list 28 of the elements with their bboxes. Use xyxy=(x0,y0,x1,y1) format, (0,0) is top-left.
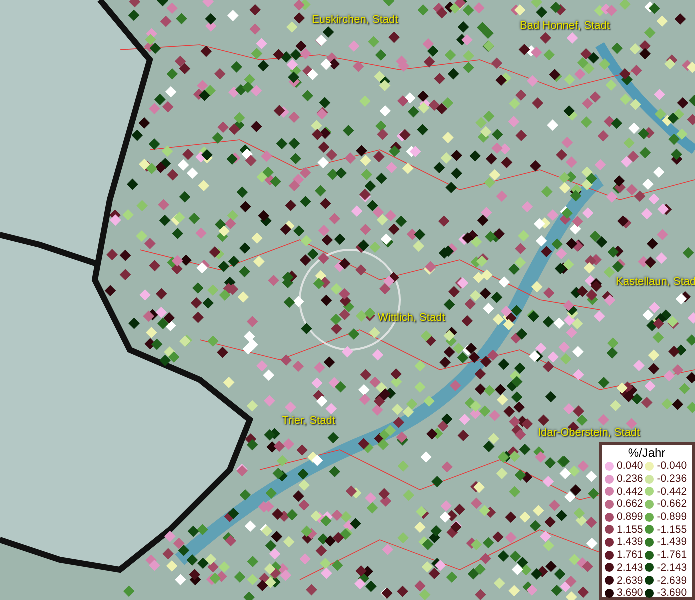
legend-label: -1.761 xyxy=(657,549,688,562)
legend-title: %/Jahr xyxy=(627,446,667,460)
legend-label: 0.442 xyxy=(617,486,644,498)
legend-label: -2.143 xyxy=(657,562,688,574)
legend-label: -0.236 xyxy=(657,473,688,486)
legend-label: 1.761 xyxy=(617,549,644,562)
place-label: Idar-Oberstein, Stadt xyxy=(538,427,640,440)
legend-label: -0.040 xyxy=(657,460,688,472)
legend-label: 2.639 xyxy=(617,574,644,587)
place-label: Euskirchen, Stadt xyxy=(312,14,398,27)
legend-label: 3.690 xyxy=(617,587,644,600)
place-label: Wittlich, Stadt xyxy=(378,312,446,325)
legend-label: 0.899 xyxy=(617,511,644,524)
legend-label: -2.639 xyxy=(657,574,688,587)
legend-label: -0.442 xyxy=(657,486,688,498)
place-label: Trier, Stadt xyxy=(282,415,336,428)
legend-label: -1.439 xyxy=(657,536,688,548)
legend-label: 1.439 xyxy=(617,536,644,548)
legend-label: -1.155 xyxy=(657,524,688,536)
legend-label: -3.690 xyxy=(657,587,688,600)
legend-label: -0.899 xyxy=(657,511,688,524)
legend-label: 0.236 xyxy=(617,473,644,486)
legend-label: 1.155 xyxy=(617,524,644,536)
legend-label: 0.040 xyxy=(617,460,644,472)
legend-label: 0.662 xyxy=(617,498,644,510)
legend-label: 2.143 xyxy=(617,562,644,574)
legend-label: -0.662 xyxy=(657,498,688,510)
place-label: Bad Honnef, Stadt xyxy=(520,20,610,33)
